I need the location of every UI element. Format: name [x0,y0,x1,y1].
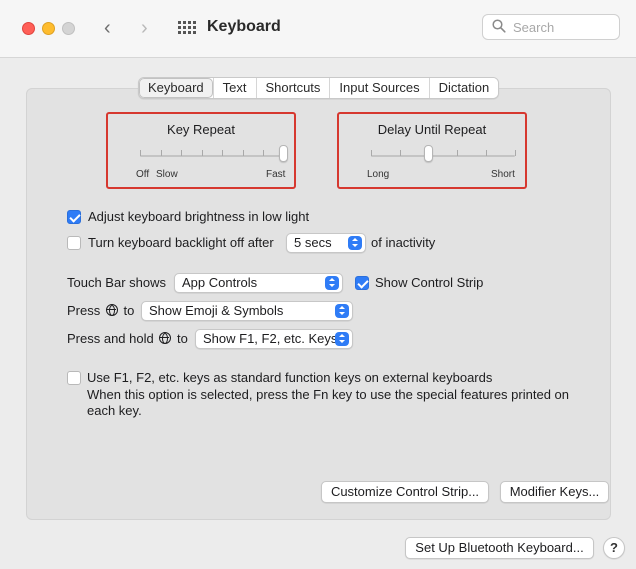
press-and-hold-label: Press and hold [67,331,154,346]
key-repeat-tick [181,150,183,156]
function-keys-description: When this option is selected, press the … [87,387,569,418]
customize-control-strip-button[interactable]: Customize Control Strip... [321,481,489,503]
search-field[interactable] [482,14,620,40]
press-hold-globe-select[interactable]: Show F1, F2, etc. Keys [195,329,353,349]
key-repeat-fast-label: Fast [266,169,286,180]
key-repeat-tick [222,150,224,156]
popup-arrows-icon [325,276,339,290]
help-button[interactable]: ? [603,537,625,559]
delay-until-repeat-tick [515,150,516,156]
tab-dictation[interactable]: Dictation [428,78,499,98]
show-control-strip-checkbox[interactable] [355,276,369,290]
globe-icon [159,332,172,344]
tab-shortcuts[interactable]: Shortcuts [255,78,330,98]
chevron-left-icon[interactable]: ‹ [104,16,111,40]
popup-arrows-icon [348,236,362,250]
touch-bar-value: App Controls [182,275,258,290]
key-repeat-slow-label: Slow [156,169,178,180]
to-label: to [123,303,135,318]
backlight-timeout-value: 5 secs [294,235,332,250]
bluetooth-keyboard-button[interactable]: Set Up Bluetooth Keyboard... [405,537,594,559]
key-repeat-group: Key Repeat Off Slow Fast [106,112,296,189]
press-hold-globe-label: Press and hold to [67,331,188,346]
tab-input-sources[interactable]: Input Sources [329,78,429,98]
show-all-grid-icon[interactable] [178,21,196,35]
keyboard-preferences-window: ‹ › Keyboard Keyboard Text Shortcuts Inp… [0,0,636,569]
function-keys-checkbox[interactable] [67,371,81,385]
press-hold-globe-value: Show F1, F2, etc. Keys [203,331,338,346]
delay-until-repeat-tick [457,150,459,156]
tab-bar: Keyboard Text Shortcuts Input Sources Di… [138,77,500,99]
brightness-checkbox[interactable] [67,210,81,224]
press-label: Press [67,303,101,318]
key-repeat-tick [160,150,162,156]
delay-long-label: Long [367,169,390,180]
title-bar: ‹ › Keyboard [0,0,636,58]
delay-until-repeat-slider-thumb[interactable] [423,145,433,162]
delay-until-repeat-tick [399,150,401,156]
delay-short-label: Short [491,169,515,180]
key-repeat-track[interactable] [140,155,284,157]
close-window-button[interactable] [22,22,35,35]
touch-bar-label: Touch Bar shows [67,275,166,290]
key-repeat-tick [140,150,141,156]
press-globe-select[interactable]: Show Emoji & Symbols [141,301,353,321]
backlight-off-label: Turn keyboard backlight off after [88,235,274,250]
tab-text[interactable]: Text [212,78,256,98]
modifier-keys-button[interactable]: Modifier Keys... [500,481,609,503]
key-repeat-slider-thumb[interactable] [279,145,288,162]
search-icon [492,19,506,33]
inactivity-label: of inactivity [371,235,436,250]
function-keys-label: Use F1, F2, etc. keys as standard functi… [87,370,493,385]
popup-arrows-icon [335,304,349,318]
delay-until-repeat-tick [371,150,372,156]
key-repeat-title: Key Repeat [167,122,235,137]
window-title: Keyboard [207,18,281,35]
key-repeat-off-label: Off [136,169,150,180]
backlight-timeout-select[interactable]: 5 secs [286,233,366,253]
show-control-strip-label: Show Control Strip [375,275,484,290]
tab-keyboard[interactable]: Keyboard [139,78,213,98]
minimize-window-button[interactable] [42,22,55,35]
key-repeat-tick [263,150,265,156]
delay-until-repeat-group: Delay Until Repeat Long Short [337,112,527,189]
delay-until-repeat-title: Delay Until Repeat [377,122,487,137]
delay-until-repeat-track[interactable] [371,155,515,157]
touch-bar-select[interactable]: App Controls [174,273,343,293]
key-repeat-tick [201,150,203,156]
press-globe-value: Show Emoji & Symbols [149,303,284,318]
backlight-off-checkbox[interactable] [67,236,81,250]
search-input[interactable] [513,18,613,36]
key-repeat-tick [242,150,244,156]
delay-until-repeat-tick [486,150,488,156]
chevron-right-icon[interactable]: › [141,16,148,40]
zoom-window-button[interactable] [62,22,75,35]
press-globe-label: Press to [67,303,134,318]
popup-arrows-icon [335,332,349,346]
globe-icon [105,304,118,316]
to-label: to [176,331,188,346]
brightness-label: Adjust keyboard brightness in low light [88,209,310,224]
